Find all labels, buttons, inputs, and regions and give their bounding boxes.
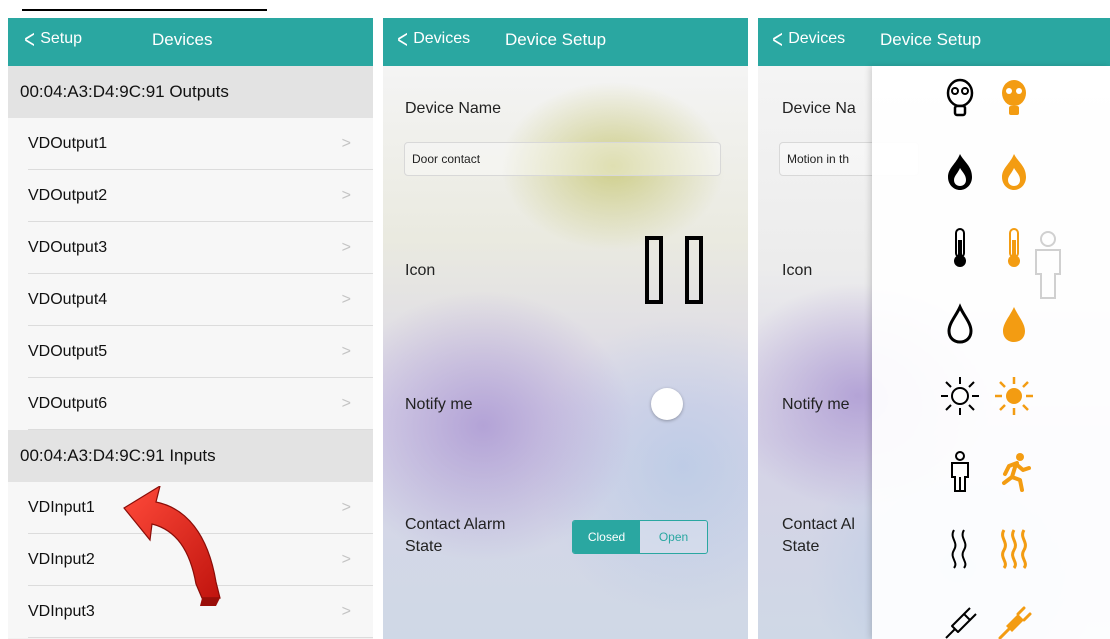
gas-mask-icon[interactable]	[938, 76, 982, 120]
icon-label: Icon	[405, 262, 436, 279]
page-title: Device Setup	[505, 30, 607, 49]
inputs-section-header: 00:04:A3:D4:9C:91 Inputs	[8, 430, 373, 482]
person-standing-icon[interactable]	[938, 450, 982, 494]
notify-label: Notify me	[405, 396, 473, 413]
device-name-field[interactable]: Door contact	[404, 142, 721, 176]
output-row[interactable]: VDOutput1 >	[8, 118, 373, 170]
device-setup-screen: < Devices Device Setup Device Name Door …	[383, 18, 748, 639]
chevron-right-icon: >	[341, 499, 351, 516]
document-top-strip	[0, 0, 1110, 18]
plug-active-icon[interactable]	[992, 598, 1036, 639]
output-row[interactable]: VDOutput5 >	[8, 326, 373, 378]
notify-label: Notify me	[782, 396, 850, 413]
notify-toggle[interactable]	[651, 388, 683, 420]
row-label: VDOutput4	[28, 291, 108, 308]
outputs-section-header: 00:04:A3:D4:9C:91 Outputs	[8, 66, 373, 118]
underline-decoration	[22, 9, 267, 11]
chevron-right-icon: >	[341, 551, 351, 568]
gas-mask-active-icon[interactable]	[992, 76, 1036, 120]
row-label: VDOutput2	[28, 187, 108, 204]
back-label: Devices	[788, 30, 846, 47]
back-label: Devices	[413, 30, 471, 47]
door-contact-icon[interactable]	[645, 236, 715, 306]
icon-label: Icon	[782, 262, 813, 279]
alarm-state-label-line1: Contact Al	[782, 516, 855, 533]
output-row[interactable]: VDOutput2 >	[8, 170, 373, 222]
heat-waves-active-icon[interactable]	[992, 526, 1036, 570]
chevron-right-icon: >	[341, 395, 351, 412]
row-label: VDInput2	[28, 551, 95, 568]
page-title: Device Setup	[880, 30, 982, 49]
person-running-icon[interactable]	[992, 450, 1036, 494]
devices-screen: < Setup Devices 00:04:A3:D4:9C:91 Output…	[8, 18, 373, 639]
chevron-right-icon: >	[341, 343, 351, 360]
red-arrow-annotation	[123, 486, 221, 606]
sun-icon[interactable]	[938, 374, 982, 418]
back-button[interactable]: < Setup	[22, 24, 82, 54]
output-row[interactable]: VDOutput6 >	[8, 378, 373, 430]
chevron-right-icon: >	[341, 135, 351, 152]
chevron-right-icon: >	[341, 239, 351, 256]
alarm-state-label-line1: Contact Alarm	[405, 516, 506, 533]
alarm-state-label-line2: State	[782, 538, 820, 555]
row-label: VDOutput6	[28, 395, 108, 412]
row-label: VDOutput1	[28, 135, 108, 152]
thermometer-active-icon[interactable]	[992, 226, 1036, 270]
chevron-left-icon: <	[24, 24, 35, 54]
back-button[interactable]: < Devices	[770, 24, 846, 54]
row-label: VDInput3	[28, 603, 95, 620]
row-label: VDOutput3	[28, 239, 108, 256]
navbar: < Devices Device Setup	[758, 18, 1110, 66]
fire-active-icon[interactable]	[992, 150, 1036, 194]
open-segment[interactable]: Open	[640, 521, 707, 553]
water-drop-active-icon[interactable]	[992, 302, 1036, 346]
heat-waves-icon[interactable]	[938, 526, 982, 570]
back-label: Setup	[40, 30, 82, 47]
page-title: Devices	[152, 30, 213, 49]
navbar: < Setup Devices	[8, 18, 373, 66]
chevron-left-icon: <	[397, 24, 408, 54]
water-drop-icon[interactable]	[938, 302, 982, 346]
output-row[interactable]: VDOutput3 >	[8, 222, 373, 274]
alarm-state-label-line2: State	[405, 538, 443, 555]
output-row[interactable]: VDOutput4 >	[8, 274, 373, 326]
device-setup-icon-picker-screen: < Devices Device Setup Device Na Motion …	[758, 18, 1110, 639]
chevron-left-icon: <	[772, 24, 783, 54]
sun-active-icon[interactable]	[992, 374, 1036, 418]
row-label: VDOutput5	[28, 343, 108, 360]
thermometer-icon[interactable]	[938, 226, 982, 270]
row-label: VDInput1	[28, 499, 95, 516]
closed-segment[interactable]: Closed	[573, 521, 640, 553]
device-name-label: Device Na	[782, 100, 856, 117]
plug-icon[interactable]	[938, 598, 982, 639]
chevron-right-icon: >	[341, 187, 351, 204]
fire-icon[interactable]	[938, 150, 982, 194]
device-name-label: Device Name	[405, 100, 502, 117]
navbar: < Devices Device Setup	[383, 18, 748, 66]
back-button[interactable]: < Devices	[395, 24, 471, 54]
chevron-right-icon: >	[341, 291, 351, 308]
chevron-right-icon: >	[341, 603, 351, 620]
icon-picker-panel	[872, 66, 1110, 639]
alarm-state-segmented-control: Closed Open	[572, 520, 708, 554]
